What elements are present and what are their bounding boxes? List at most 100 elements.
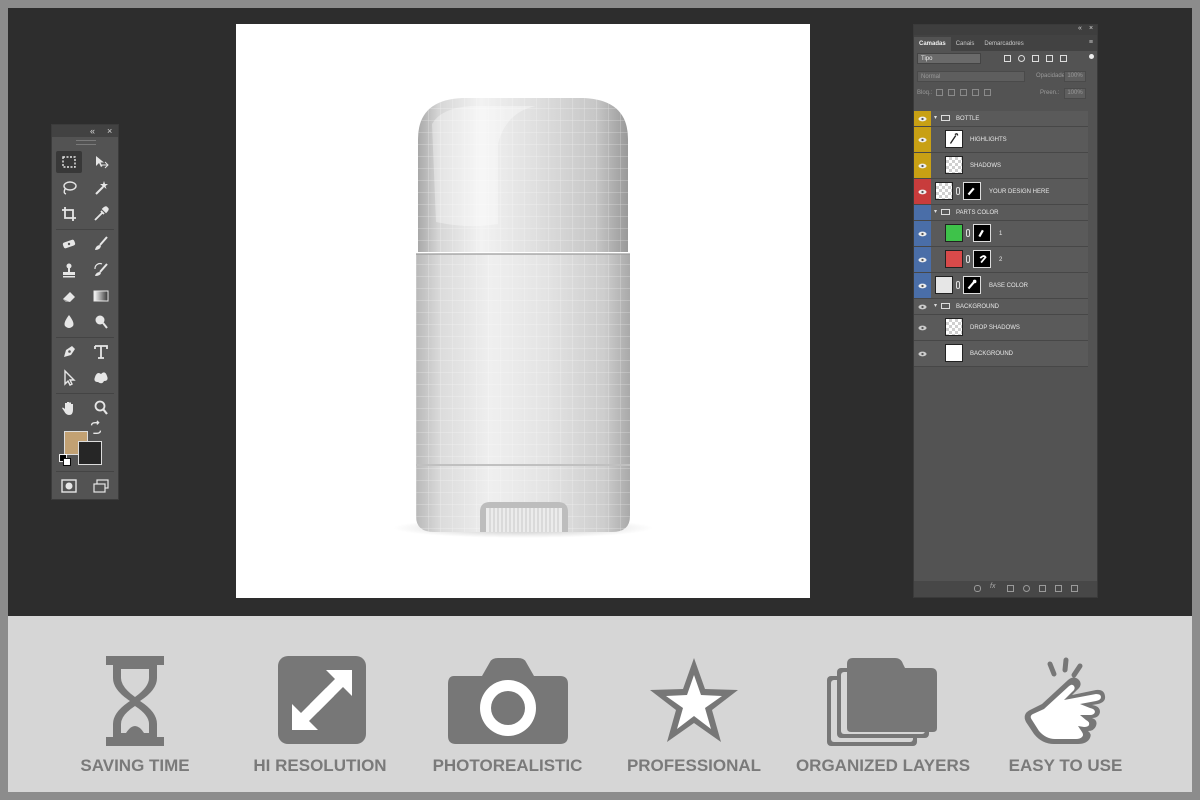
visibility-eye-icon[interactable] <box>914 221 931 246</box>
visibility-eye-off-icon[interactable] <box>914 205 931 220</box>
layer-color-1[interactable]: 1 <box>914 221 1088 247</box>
lock-artboard-icon[interactable] <box>972 89 979 96</box>
healing-brush-icon[interactable] <box>56 233 82 255</box>
star-icon <box>650 658 738 742</box>
chain-link-icon[interactable] <box>966 229 970 237</box>
filter-pixel-icon[interactable] <box>1004 55 1011 62</box>
layer-group-parts-color[interactable]: ▾ PARTS COLOR <box>914 205 1088 221</box>
blur-icon[interactable] <box>56 311 82 333</box>
chain-link-icon[interactable] <box>956 281 960 289</box>
close-panel-icon[interactable]: × <box>1089 24 1093 34</box>
expand-arrows-icon <box>278 656 366 744</box>
tools-panel-header[interactable]: « × <box>52 125 118 137</box>
collapse-panel-icon[interactable]: « <box>90 125 95 137</box>
lock-all-icon[interactable] <box>984 89 991 96</box>
hand-icon[interactable] <box>56 397 82 419</box>
layers-panel-titlebar[interactable]: « × <box>914 25 1097 35</box>
history-brush-icon[interactable] <box>88 259 114 281</box>
layer-shadows[interactable]: SHADOWS <box>914 153 1088 179</box>
layer-color-2[interactable]: 2 <box>914 247 1088 273</box>
layer-drop-shadows[interactable]: DROP SHADOWS <box>914 315 1088 341</box>
close-panel-icon[interactable]: × <box>107 125 112 137</box>
visibility-eye-icon[interactable] <box>914 153 931 178</box>
layer-base-color[interactable]: BASE COLOR <box>914 273 1088 299</box>
group-expand-icon[interactable]: ▾ <box>934 208 937 215</box>
layers-list: ▾ BOTTLE HIGHLIGHTS SHADOWS YOUR DESIGN … <box>914 111 1088 367</box>
blend-mode-label: Normal <box>921 74 941 80</box>
layer-group-bottle[interactable]: ▾ BOTTLE <box>914 111 1088 127</box>
pen-icon[interactable] <box>56 341 82 363</box>
layer-group-background[interactable]: ▾ BACKGROUND <box>914 299 1088 315</box>
eraser-icon[interactable] <box>56 285 82 307</box>
crop-icon[interactable] <box>56 203 82 225</box>
path-selection-icon[interactable] <box>56 367 82 389</box>
blend-mode-select[interactable]: Normal <box>917 71 1025 82</box>
filter-toggle-icon[interactable] <box>1089 54 1094 59</box>
blend-row: Normal Opacidade: 100% <box>914 68 1097 85</box>
panel-grip[interactable] <box>76 140 96 145</box>
collapse-panel-icon[interactable]: « <box>1078 24 1082 34</box>
filter-type-icon[interactable] <box>1032 55 1039 62</box>
magic-wand-icon[interactable] <box>88 177 114 199</box>
filter-kind-select[interactable]: Tipo <box>917 53 981 64</box>
swap-colors-icon[interactable] <box>88 420 104 435</box>
document-canvas[interactable] <box>236 24 810 598</box>
visibility-eye-icon[interactable] <box>914 111 931 126</box>
rectangular-marquee-icon[interactable] <box>56 151 82 173</box>
photoshop-workspace: « × « × Camadas Canais Demarcadores ≡ Ti… <box>8 8 1192 612</box>
filter-smart-object-icon[interactable] <box>1060 55 1067 62</box>
clone-stamp-icon[interactable] <box>56 259 82 281</box>
layer-your-design-here[interactable]: YOUR DESIGN HERE <box>914 179 1088 205</box>
group-expand-icon[interactable]: ▾ <box>934 114 937 121</box>
tab-channels[interactable]: Canais <box>951 37 980 51</box>
visibility-eye-icon[interactable] <box>914 247 931 272</box>
move-icon[interactable] <box>88 151 114 173</box>
chain-link-icon[interactable] <box>956 187 960 195</box>
lock-transparent-icon[interactable] <box>936 89 943 96</box>
filter-adjustment-icon[interactable] <box>1018 55 1025 62</box>
new-group-icon[interactable] <box>1039 585 1046 592</box>
background-color-swatch[interactable] <box>78 441 102 465</box>
gradient-icon[interactable] <box>88 285 114 307</box>
chain-link-icon[interactable] <box>966 255 970 263</box>
screen-mode-icon[interactable] <box>88 475 114 497</box>
color-fill-thumbnail <box>945 224 963 242</box>
type-icon[interactable] <box>88 341 114 363</box>
visibility-eye-icon[interactable] <box>914 299 931 314</box>
visibility-eye-icon[interactable] <box>914 179 931 204</box>
brush-icon[interactable] <box>88 233 114 255</box>
opacity-field[interactable]: 100% <box>1064 71 1086 82</box>
tab-paths[interactable]: Demarcadores <box>979 37 1028 51</box>
panel-menu-icon[interactable]: ≡ <box>1089 39 1093 46</box>
default-colors-icon[interactable] <box>58 453 72 467</box>
trash-icon[interactable] <box>1071 585 1078 592</box>
fill-field[interactable]: 100% <box>1064 88 1086 99</box>
feature-label: HI RESOLUTION <box>253 756 387 775</box>
add-mask-icon[interactable] <box>1007 585 1014 592</box>
new-layer-icon[interactable] <box>1055 585 1062 592</box>
visibility-eye-icon[interactable] <box>914 341 931 366</box>
visibility-eye-icon[interactable] <box>914 315 931 340</box>
fx-icon[interactable]: fx <box>990 583 997 590</box>
dodge-icon[interactable] <box>88 311 114 333</box>
visibility-eye-icon[interactable] <box>914 127 931 152</box>
tap-hand-icon <box>1024 657 1106 744</box>
lasso-icon[interactable] <box>56 177 82 199</box>
lock-position-icon[interactable] <box>960 89 967 96</box>
eyedropper-icon[interactable] <box>88 203 114 225</box>
zoom-icon[interactable] <box>88 397 114 419</box>
filter-shape-icon[interactable] <box>1046 55 1053 62</box>
layer-mask-thumbnail <box>973 250 991 268</box>
visibility-eye-icon[interactable] <box>914 273 931 298</box>
layer-highlights[interactable]: HIGHLIGHTS <box>914 127 1088 153</box>
link-layers-icon[interactable] <box>974 585 981 592</box>
tab-layers[interactable]: Camadas <box>914 37 951 51</box>
adjustment-layer-icon[interactable] <box>1023 585 1030 592</box>
quick-mask-icon[interactable] <box>56 475 82 497</box>
color-fill-thumbnail <box>945 250 963 268</box>
layer-background[interactable]: BACKGROUND <box>914 341 1088 367</box>
lock-image-icon[interactable] <box>948 89 955 96</box>
feature-label: ORGANIZED LAYERS <box>795 756 971 775</box>
custom-shape-icon[interactable] <box>88 367 114 389</box>
group-expand-icon[interactable]: ▾ <box>934 302 937 309</box>
